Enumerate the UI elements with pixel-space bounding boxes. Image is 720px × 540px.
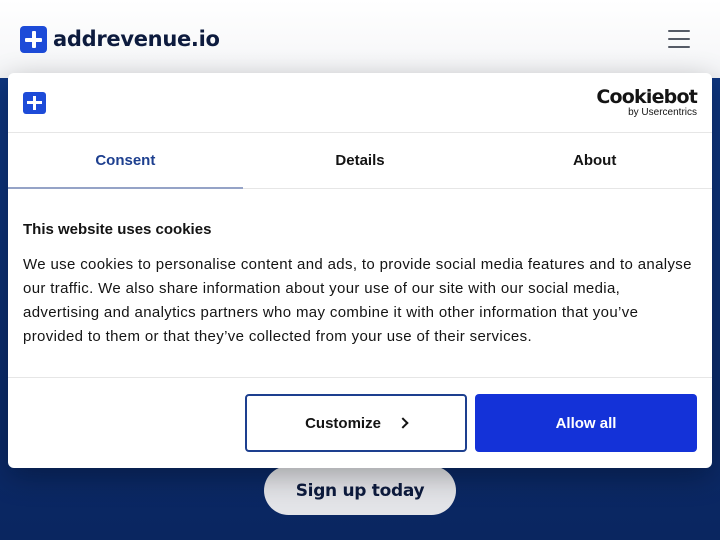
cookiebot-sub: by Usercentrics <box>628 106 697 118</box>
customize-label: Customize <box>305 414 381 432</box>
plus-logo-icon <box>23 91 46 114</box>
dialog-buttons: Customize Allow all <box>8 393 712 452</box>
hamburger-menu-icon[interactable] <box>668 30 690 48</box>
cookiebot-name: Cookiebot <box>596 85 697 108</box>
signup-button[interactable]: Sign up today <box>264 466 456 515</box>
tab-consent[interactable]: Consent <box>8 133 243 189</box>
cookie-consent-dialog: Cookiebot by Usercentrics Consent Detail… <box>8 73 712 468</box>
tab-about[interactable]: About <box>477 133 712 188</box>
logo-text: addrevenue.io <box>53 27 220 51</box>
consent-tabs: Consent Details About <box>8 133 712 189</box>
dialog-body: This website uses cookies We use cookies… <box>8 189 712 378</box>
tab-details[interactable]: Details <box>243 133 478 188</box>
site-logo[interactable]: addrevenue.io <box>20 25 220 53</box>
plus-logo-icon <box>20 25 47 53</box>
cookiebot-logo[interactable]: Cookiebot by Usercentrics <box>596 85 697 118</box>
chevron-right-icon <box>397 417 409 429</box>
site-header: addrevenue.io <box>0 0 720 78</box>
dialog-description: We use cookies to personalise content an… <box>23 256 692 345</box>
allow-all-button[interactable]: Allow all <box>475 394 697 452</box>
dialog-header: Cookiebot by Usercentrics <box>8 73 712 133</box>
customize-button[interactable]: Customize <box>245 394 467 452</box>
dialog-heading: This website uses cookies <box>23 221 212 238</box>
